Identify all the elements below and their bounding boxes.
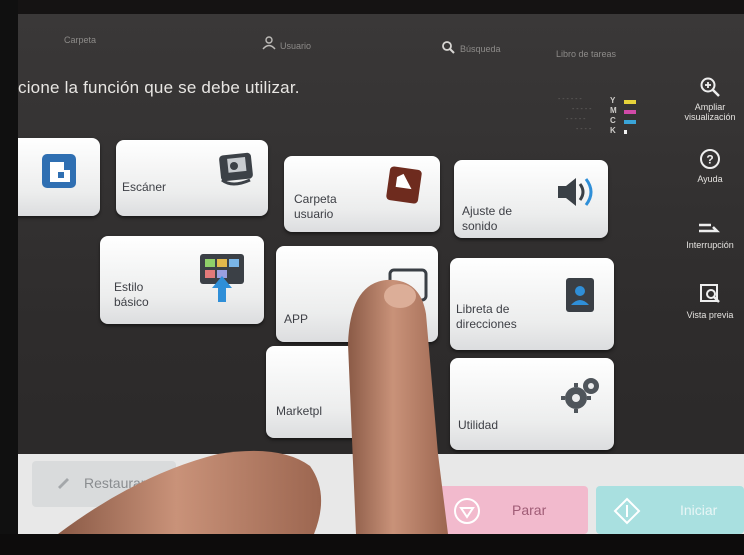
restore-label: Restaurar <box>84 475 146 491</box>
app-tile[interactable]: APP <box>276 246 438 342</box>
user-folder-icon <box>382 164 426 211</box>
search-label[interactable]: Búsqueda <box>460 44 501 54</box>
interrupt-icon <box>676 220 744 238</box>
help-label: Ayuda <box>697 174 723 184</box>
speaker-icon <box>554 174 600 215</box>
partial-function-tile[interactable] <box>18 138 100 216</box>
utility-tile[interactable]: Utilidad <box>450 358 614 450</box>
stop-icon <box>452 496 482 529</box>
scanner-label: Escáner <box>122 180 167 194</box>
toner-k-label: K <box>610 126 616 135</box>
marketplace-label: Marketpl <box>276 404 323 418</box>
address-book-tile[interactable]: Libreta de direcciones <box>450 258 614 350</box>
interrupt-label: Interrupción <box>686 240 734 250</box>
stop-button[interactable]: Parar <box>438 486 588 534</box>
svg-text:?: ? <box>706 153 713 167</box>
toner-y-bar <box>624 100 636 104</box>
job-list-tab[interactable]: Libro de tareas <box>556 49 616 59</box>
app-label: APP <box>284 312 309 326</box>
help-icon: ? <box>676 148 744 172</box>
screen-bezel-left <box>0 0 18 555</box>
zoom-view-button[interactable]: Ampliar visualización <box>676 76 744 122</box>
basic-style-label: Estilo básico <box>114 280 149 309</box>
preview-icon <box>676 282 744 308</box>
instruction-text: cione la función que se debe utilizar. <box>18 78 300 97</box>
search-icon <box>441 40 455 59</box>
help-button[interactable]: ? Ayuda <box>676 148 744 184</box>
preview-button[interactable]: Vista previa <box>676 282 744 320</box>
top-tab-folder[interactable]: Carpeta <box>64 35 96 45</box>
toner-m-bar <box>624 110 636 114</box>
screen-bezel-bottom <box>0 534 744 555</box>
utility-label: Utilidad <box>458 418 499 432</box>
toner-c-bar <box>624 120 636 124</box>
zoom-in-icon <box>676 76 744 100</box>
scanner-tile[interactable]: Escáner <box>116 140 268 216</box>
top-bar: Carpeta Usuario Búsqueda Libro de tareas <box>18 14 744 62</box>
zoom-view-label: Ampliar visualización <box>684 102 736 122</box>
toner-c-label: C <box>610 116 616 125</box>
start-button[interactable]: Iniciar <box>596 486 744 534</box>
app-icon <box>386 266 430 311</box>
start-icon <box>612 496 642 529</box>
preview-label: Vista previa <box>686 310 734 320</box>
sound-adjust-tile[interactable]: Ajuste de sonido <box>454 160 608 238</box>
user-folder-label: Carpeta usuario <box>294 192 337 221</box>
gears-icon <box>558 374 604 421</box>
toner-m-label: M <box>610 106 617 115</box>
touch-panel-screen: Carpeta Usuario Búsqueda Libro de tareas… <box>18 14 744 534</box>
user-folder-tile[interactable]: Carpeta usuario <box>284 156 440 232</box>
user-label[interactable]: Usuario <box>280 41 311 51</box>
sound-adjust-label: Ajuste de sonido <box>462 204 513 233</box>
basic-style-tile[interactable]: Estilo básico <box>100 236 264 324</box>
basic-style-icon <box>196 250 248 311</box>
toner-y-label: Y <box>610 96 616 105</box>
marketplace-tile[interactable]: Marketpl <box>266 346 426 438</box>
share-icon <box>38 150 80 197</box>
user-icon <box>262 36 276 55</box>
restore-button[interactable]: Restaurar <box>32 461 176 507</box>
stop-label: Parar <box>512 502 547 518</box>
interrupt-button[interactable]: Interrupción <box>676 220 744 250</box>
reset-icon <box>56 475 70 492</box>
address-book-icon <box>562 274 598 323</box>
toner-k-bar <box>624 130 627 134</box>
scanner-icon <box>216 150 258 195</box>
start-label: Iniciar <box>680 502 718 518</box>
address-book-label: Libreta de direcciones <box>456 302 517 331</box>
toner-levels: - - - - - - - - - - - - - - - - - - - - … <box>558 94 668 154</box>
